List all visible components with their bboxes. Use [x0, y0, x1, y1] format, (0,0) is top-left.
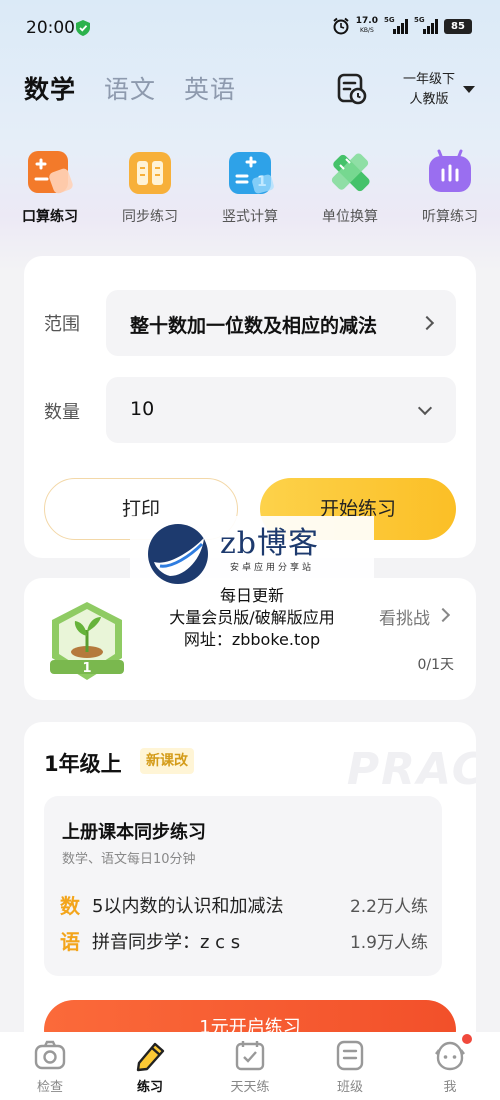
- nav-practice[interactable]: 练习: [100, 1032, 200, 1100]
- watermark-overlay: zb博客 安卓应用分享站 每日更新 大量会员版/破解版应用 网址：zbboke.…: [130, 516, 374, 668]
- item-name: 5以内数的认识和加减法: [92, 896, 284, 917]
- battery-icon: 85: [444, 18, 472, 34]
- zb-logo-icon: [148, 524, 208, 584]
- grade-title: 1年级上: [44, 752, 122, 776]
- new-curriculum-tag: 新课改: [140, 748, 194, 774]
- status-bar: 20:00 17.0 KB/S 5G 5G 85: [0, 0, 500, 56]
- status-time: 20:00: [26, 18, 75, 38]
- pencil-practice-icon: [136, 1042, 165, 1072]
- alarm-icon: [333, 17, 349, 35]
- practice-background-text: PRAC: [346, 744, 476, 795]
- range-selector[interactable]: 整十数加一位数及相应的减法: [106, 290, 456, 356]
- challenge-progress: 0/1天: [417, 657, 454, 673]
- caret-down-icon[interactable]: [463, 86, 475, 93]
- grade-course-card: PRAC 1年级上 新课改 上册课本同步练习 数学、语文每日10分钟 数 5以内…: [24, 722, 476, 1052]
- camera-check-icon: [34, 1040, 66, 1070]
- item-count: 2.2万人练: [349, 897, 428, 917]
- tool-sync-practice[interactable]: 同步练习: [100, 148, 200, 234]
- plant-level-badge-icon: 1: [50, 602, 124, 680]
- practice-settings-card: 范围 整十数加一位数及相应的减法 数量 10 打印 开始练习: [24, 256, 476, 558]
- tool-listen-calc[interactable]: 听算练习: [400, 148, 500, 234]
- tab-math[interactable]: 数学: [24, 70, 76, 106]
- record-list-icon[interactable]: [336, 72, 368, 106]
- count-label: 数量: [44, 402, 80, 423]
- watermark-line-1: 每日更新: [219, 586, 284, 605]
- watermark-line-3: 网址：zbboke.top: [183, 630, 321, 649]
- practice-tools: 口算练习 同步练习 1 竖式计算 单位换算 听: [0, 148, 500, 234]
- list-item[interactable]: 数 5以内数的认识和加减法 2.2万人练: [60, 888, 428, 918]
- profile-face-icon: [435, 1041, 465, 1071]
- signal-2-icon: 5G: [414, 16, 438, 34]
- bottom-navigation: 检查 练习 天天练 班级 我: [0, 1032, 500, 1100]
- count-value: 10: [130, 398, 155, 420]
- chevron-right-icon: [419, 315, 435, 331]
- listen-calc-icon: [429, 149, 471, 192]
- list-item[interactable]: 语 拼音同步学：z c s 1.9万人练: [60, 924, 428, 954]
- security-shield-icon: [76, 20, 90, 36]
- unit-ruler-icon: [331, 153, 370, 192]
- mental-math-icon: [28, 151, 73, 194]
- chevron-down-icon: [417, 400, 433, 416]
- nav-me[interactable]: 我: [400, 1032, 500, 1100]
- nav-check[interactable]: 检查: [0, 1032, 100, 1100]
- status-icons: 17.0 KB/S 5G 5G 85: [332, 16, 472, 35]
- notification-dot: [462, 1034, 472, 1044]
- sync-subtitle: 数学、语文每日10分钟: [62, 852, 196, 867]
- nav-daily[interactable]: 天天练: [200, 1032, 300, 1100]
- item-name: 拼音同步学：z c s: [92, 932, 241, 953]
- class-icon: [336, 1040, 364, 1071]
- count-dropdown[interactable]: 10: [106, 377, 456, 443]
- network-speed: 17.0 KB/S: [355, 16, 378, 35]
- item-count: 1.9万人练: [349, 933, 428, 953]
- vertical-calc-icon: 1: [229, 152, 274, 194]
- tool-mental-math[interactable]: 口算练习: [0, 148, 100, 234]
- badge-level: 1: [82, 661, 91, 676]
- tool-vertical-calc[interactable]: 1 竖式计算: [200, 148, 300, 234]
- edition-label: 人教版: [409, 92, 449, 107]
- watermark-line-2: 大量会员版/破解版应用: [169, 608, 335, 627]
- grade-selector[interactable]: 一年级下 人教版: [394, 70, 464, 110]
- chevron-right-icon: [435, 607, 451, 623]
- sync-book-icon: [129, 152, 171, 194]
- watermark-subtitle: 安卓应用分享站: [230, 563, 315, 573]
- nav-class[interactable]: 班级: [300, 1032, 400, 1100]
- range-value: 整十数加一位数及相应的减法: [130, 315, 378, 337]
- tool-unit-convert[interactable]: 单位换算: [300, 148, 400, 234]
- tab-chinese[interactable]: 语文: [104, 70, 156, 106]
- challenge-link[interactable]: 看挑战: [379, 604, 430, 629]
- watermark-brand: zb博客: [220, 526, 320, 561]
- tab-english[interactable]: 英语: [184, 70, 236, 106]
- subject-tabs: 数学 语文 英语: [24, 70, 236, 106]
- grade-label: 一年级下: [402, 72, 455, 87]
- chinese-subject-badge: 语: [60, 930, 80, 954]
- signal-1-icon: 5G: [384, 16, 408, 34]
- sync-practice-box[interactable]: 上册课本同步练习 数学、语文每日10分钟 数 5以内数的认识和加减法 2.2万人…: [44, 796, 442, 976]
- range-label: 范围: [44, 314, 80, 335]
- daily-calendar-icon: [235, 1041, 265, 1071]
- sync-title: 上册课本同步练习: [62, 822, 206, 843]
- math-subject-badge: 数: [60, 894, 80, 918]
